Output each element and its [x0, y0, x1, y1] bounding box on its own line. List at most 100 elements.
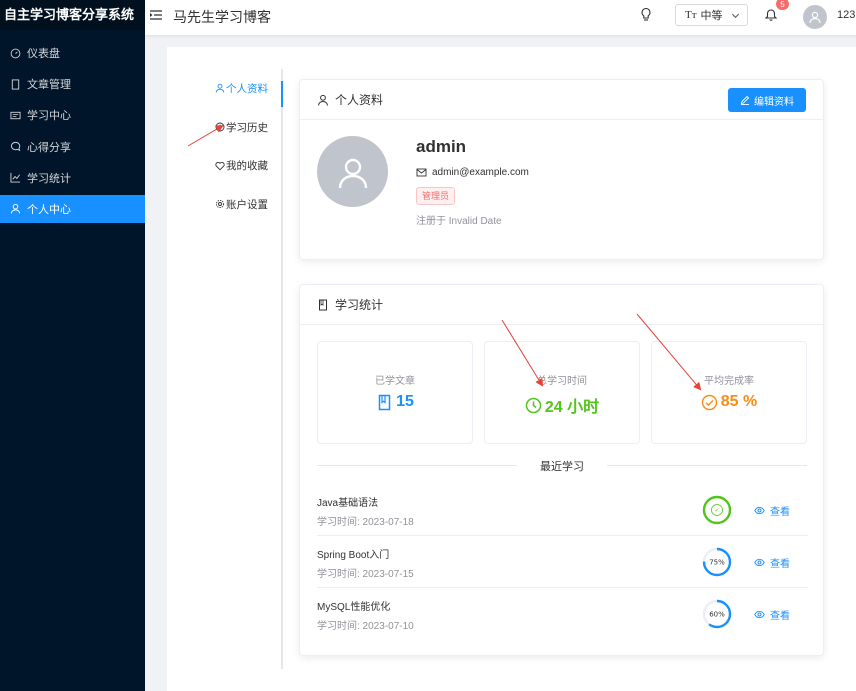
list-item: Spring Boot入门 学习时间: 2023-07-15 75% 查看 [317, 536, 808, 588]
sidebar-item-label: 个人中心 [27, 203, 71, 216]
top-header: 马先生学习博客 Tт 中等 5 123 [145, 0, 856, 36]
sidebar-item-label: 学习统计 [27, 172, 71, 185]
sidebar-item-label: 学习中心 [27, 110, 71, 123]
eye-icon [754, 558, 765, 567]
avatar[interactable] [803, 5, 827, 29]
sidebar-item-label: 文章管理 [27, 79, 71, 92]
recent-item-time: 学习时间: 2023-07-18 [317, 517, 414, 528]
chat-icon [9, 141, 21, 153]
brand-title: 自主学习博客分享系统 [0, 0, 145, 30]
recent-item-title: Java基础语法 [317, 498, 379, 509]
bulb-icon[interactable] [639, 7, 653, 23]
edit-profile-button[interactable]: 编辑资料 [728, 88, 806, 112]
recent-title: 最近学习 [532, 458, 592, 474]
recent-item-time: 学习时间: 2023-07-10 [317, 621, 414, 632]
svg-text:75%: 75% [709, 559, 725, 567]
document-icon [9, 78, 21, 90]
stat-value: 85 % [720, 393, 758, 410]
stats-card: 学习统计 已学文章 15 总学习时间 24 小时 平均完成率 85 % 最近学习… [299, 284, 824, 656]
view-button[interactable]: 查看 [754, 555, 790, 570]
tab-history[interactable]: 学习历史 [197, 108, 281, 147]
stat-study-time: 总学习时间 24 小时 [484, 341, 640, 444]
sidebar-menu: 仪表盘 文章管理 学习中心 心得分享 学习统计 个人中心 [0, 39, 145, 223]
font-size-value: 中等 [700, 10, 723, 22]
eye-icon [754, 506, 765, 515]
chevron-down-icon [731, 13, 739, 18]
tab-settings[interactable]: 账户设置 [197, 185, 281, 224]
stat-articles: 已学文章 15 [317, 341, 473, 444]
recent-item-time: 学习时间: 2023-07-15 [317, 569, 414, 580]
check-circle-icon [701, 394, 717, 410]
card-title: 学习统计 [335, 298, 384, 312]
progress-ring: ✓ [702, 495, 732, 525]
svg-text:✓: ✓ [714, 507, 719, 514]
user-icon [9, 203, 21, 215]
divider-line [607, 465, 807, 466]
notification-badge: 5 [775, 0, 790, 11]
role-badge: 管理员 [416, 187, 456, 205]
profile-name: admin [416, 137, 467, 156]
sidebar-item-label: 心得分享 [27, 141, 71, 154]
font-size-select[interactable]: Tт 中等 [675, 4, 748, 26]
active-indicator [281, 81, 283, 107]
tab-label: 学习历史 [226, 121, 268, 134]
menu-fold-icon[interactable] [149, 8, 163, 22]
heart-icon [215, 161, 225, 171]
trend-icon [9, 172, 21, 184]
sidebar-item-statistics[interactable]: 学习统计 [0, 164, 145, 192]
view-button[interactable]: 查看 [754, 607, 790, 622]
profile-email-row: admin@example.com [416, 167, 529, 178]
header-title: 马先生学习博客 [173, 9, 271, 25]
stat-value-row: 15 [318, 393, 472, 411]
user-icon [318, 94, 328, 106]
clock-icon [525, 397, 542, 413]
stat-label: 总学习时间 [537, 376, 587, 387]
stat-completion-rate: 平均完成率 85 % [651, 341, 807, 444]
clock-icon [215, 122, 225, 132]
stat-value: 24 小时 [544, 399, 600, 416]
edit-profile-label: 编辑资料 [754, 96, 794, 108]
stat-value-row: 85 % [652, 393, 806, 411]
edit-icon [740, 95, 750, 105]
list-item: MySQL性能优化 学习时间: 2023-07-10 60% 查看 [317, 588, 808, 640]
tab-profile[interactable]: 个人资料 [197, 69, 281, 108]
view-button[interactable]: 查看 [754, 503, 790, 518]
sidebar-item-sharing[interactable]: 心得分享 [0, 133, 145, 161]
eye-icon [754, 610, 765, 619]
stats-card-header: 学习统计 [300, 285, 823, 325]
view-label: 查看 [770, 559, 790, 570]
user-icon [215, 84, 225, 93]
recent-divider: 最近学习 [317, 458, 807, 474]
progress-ring: 60% [702, 599, 732, 629]
recent-item-title: Spring Boot入门 [317, 550, 390, 561]
profile-card: 个人资料 编辑资料 admin admin@example.com 管理员 注册… [299, 79, 824, 260]
tab-label: 我的收藏 [226, 160, 268, 173]
sidebar-item-articles[interactable]: 文章管理 [0, 70, 145, 98]
profile-sub-nav: 个人资料 学习历史 我的收藏 账户设置 [197, 69, 283, 669]
profile-email: admin@example.com [432, 167, 529, 178]
recent-item-title: MySQL性能优化 [317, 602, 391, 613]
card-title: 个人资料 [335, 93, 384, 107]
stat-value: 15 [396, 393, 414, 410]
stat-value-row: 24 小时 [485, 393, 639, 417]
gauge-icon [9, 47, 21, 59]
sidebar-item-profile[interactable]: 个人中心 [0, 194, 145, 223]
book-icon [378, 394, 391, 410]
profile-avatar [317, 136, 388, 207]
user-icon [338, 158, 367, 188]
tab-favorites[interactable]: 我的收藏 [197, 146, 281, 185]
registration-date: 注册于 Invalid Date [416, 216, 502, 227]
username[interactable]: 123 [837, 9, 855, 21]
view-label: 查看 [770, 507, 790, 518]
stat-label: 平均完成率 [704, 376, 754, 387]
bell-icon[interactable] [764, 8, 778, 22]
progress-ring: 75% [702, 547, 732, 577]
sidebar-item-label: 仪表盘 [27, 48, 60, 60]
sidebar: 自主学习博客分享系统 仪表盘 文章管理 学习中心 心得分享 学习统计 个人中心 [0, 0, 145, 691]
sidebar-item-dashboard[interactable]: 仪表盘 [0, 39, 145, 67]
tab-label: 账户设置 [226, 198, 268, 211]
stat-label: 已学文章 [375, 376, 415, 387]
mail-icon [416, 168, 427, 177]
sidebar-item-learning[interactable]: 学习中心 [0, 101, 145, 129]
tab-label: 个人资料 [226, 82, 268, 95]
